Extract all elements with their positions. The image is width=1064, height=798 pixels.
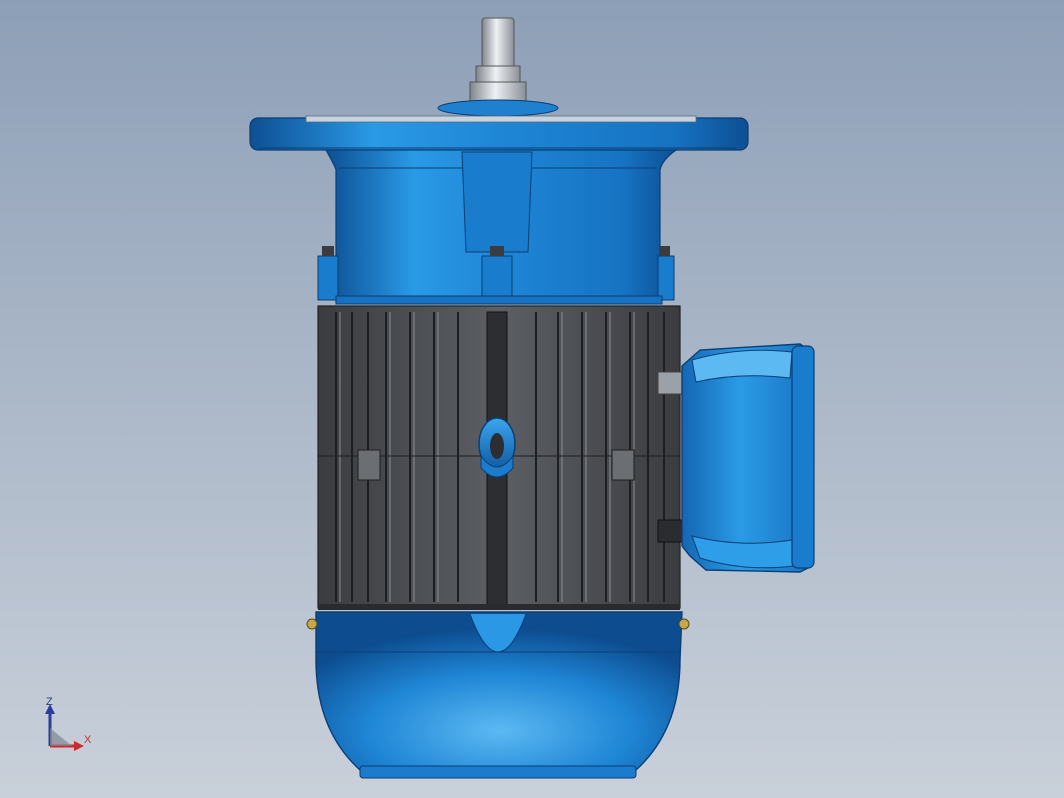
motor-shaft[interactable] [437, 17, 559, 117]
fan-cover[interactable] [306, 611, 690, 779]
motor-3d-model[interactable] [0, 0, 1064, 798]
x-axis-label: X [84, 734, 92, 746]
axis-triad: Z X [38, 694, 108, 764]
cad-viewport[interactable]: Z X [0, 0, 1064, 798]
lifting-eye[interactable] [478, 417, 516, 478]
mounting-flange[interactable] [249, 115, 749, 151]
terminal-box[interactable] [657, 343, 815, 573]
upper-housing[interactable] [317, 149, 678, 305]
z-axis-label: Z [46, 696, 53, 708]
